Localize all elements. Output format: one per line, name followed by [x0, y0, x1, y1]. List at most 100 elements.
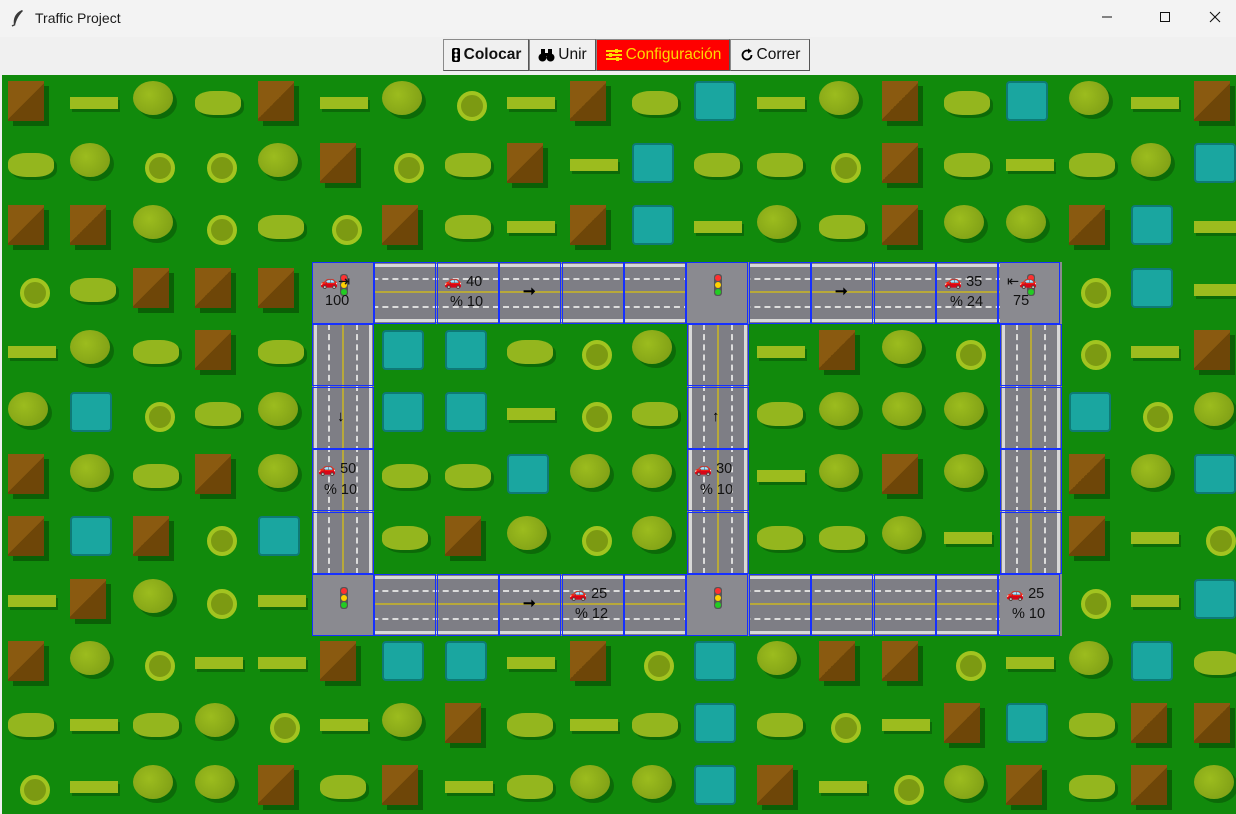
grid-cell[interactable]: [1000, 511, 1062, 574]
hedge-icon: [1131, 532, 1180, 545]
round-icon: [1080, 588, 1111, 619]
hedge-icon: [694, 221, 743, 234]
segment-percent-label: % 10: [450, 294, 484, 310]
grid-cell[interactable]: [687, 511, 749, 574]
tree-icon: [257, 392, 298, 426]
segment-percent-label: % 12: [575, 606, 609, 622]
grid-cell[interactable]: [374, 574, 437, 636]
tree-icon: [944, 454, 984, 489]
arrow-up-icon: ↑: [712, 408, 720, 425]
bush-icon: [257, 339, 304, 364]
grid-cell[interactable]: [811, 574, 874, 636]
traffic-light-icon[interactable]: [714, 274, 722, 296]
tree-icon: [382, 703, 423, 737]
bush-icon: [444, 215, 491, 240]
tree-icon: [132, 81, 173, 115]
traffic-light-icon[interactable]: [714, 587, 722, 609]
bush-icon: [632, 713, 678, 737]
building-icon: [569, 640, 606, 681]
maximize-button[interactable]: [1136, 0, 1194, 37]
grid-cell[interactable]: [998, 574, 1061, 636]
minimize-button[interactable]: [1078, 0, 1136, 37]
exit-count: 75: [1013, 293, 1030, 309]
grid-cell[interactable]: [624, 574, 686, 636]
binoculars-icon: [538, 48, 555, 62]
hedge-icon: [444, 781, 493, 794]
grid-cell[interactable]: [436, 262, 499, 324]
grid-cell[interactable]: [561, 574, 624, 636]
grid-cell[interactable]: [312, 449, 374, 512]
round-icon: [207, 215, 238, 246]
correr-button[interactable]: Correr: [730, 39, 810, 71]
grid-cell[interactable]: [312, 511, 374, 574]
round-icon: [1080, 277, 1111, 308]
colocar-button[interactable]: Colocar: [443, 39, 529, 71]
round-icon: [20, 277, 50, 308]
tree-icon: [70, 329, 111, 364]
building-icon: [1068, 205, 1105, 246]
grid-cell[interactable]: [436, 574, 499, 636]
building-icon: [257, 267, 294, 308]
tree-icon: [881, 329, 922, 364]
grid-cell[interactable]: [1000, 386, 1062, 449]
bush-icon: [132, 464, 179, 489]
configuracion-button[interactable]: Configuración: [596, 39, 730, 71]
grid-cell[interactable]: [561, 262, 624, 324]
close-icon: [1209, 10, 1221, 28]
grid-cell[interactable]: [936, 262, 998, 324]
tree-icon: [881, 516, 922, 551]
bush-icon: [320, 775, 366, 800]
building-icon: [569, 205, 606, 246]
traffic-light-icon[interactable]: [340, 587, 348, 609]
segment-cars-label: 🚗 50: [318, 461, 357, 477]
close-button[interactable]: [1194, 0, 1236, 37]
bush-icon: [944, 91, 990, 115]
correr-label: Correr: [756, 46, 801, 63]
hedge-icon: [1006, 159, 1055, 172]
tree-icon: [632, 454, 672, 489]
tree-icon: [569, 454, 610, 489]
pool-icon: [1193, 454, 1236, 495]
bush-icon: [507, 713, 554, 737]
grid-cell[interactable]: [873, 574, 936, 636]
pool-icon: [1193, 578, 1236, 619]
pool-icon: [694, 640, 737, 681]
pool-icon: [1006, 81, 1049, 121]
pool-icon: [1068, 392, 1111, 432]
grid-cell[interactable]: [312, 324, 374, 387]
unir-button[interactable]: Unir: [529, 39, 596, 71]
building-icon: [444, 703, 481, 743]
arrow-right-icon: ➞: [523, 283, 536, 300]
building-icon: [881, 143, 918, 184]
pool-icon: [70, 392, 113, 432]
bush-icon: [819, 526, 866, 551]
segment-percent-label: % 10: [700, 482, 734, 498]
grid-cell[interactable]: [748, 574, 811, 636]
grid-cell[interactable]: [687, 324, 749, 387]
round-icon: [394, 153, 425, 184]
tree-icon: [632, 516, 672, 551]
pool-icon: [1193, 143, 1236, 184]
bush-icon: [8, 713, 54, 737]
hedge-icon: [195, 656, 244, 669]
tree-icon: [1131, 143, 1172, 178]
grid-cell[interactable]: [624, 262, 686, 324]
hedge-icon: [756, 345, 805, 358]
map-canvas[interactable]: 🚗⇥ 100 ⇤🚗 75 🚗 40 % 10 🚗 35 % 24 🚗 50 % …: [2, 75, 1236, 814]
grid-cell[interactable]: [936, 574, 998, 636]
tree-icon: [881, 392, 922, 426]
building-icon: [195, 267, 232, 308]
grid-cell[interactable]: [748, 262, 811, 324]
grid-cell[interactable]: [1000, 324, 1062, 387]
sliders-icon: [605, 48, 623, 62]
hedge-icon: [569, 159, 618, 172]
building-icon: [257, 81, 294, 121]
grid-cell[interactable]: [873, 262, 936, 324]
building-icon: [569, 81, 606, 121]
grid-cell[interactable]: [374, 262, 437, 324]
grid-cell[interactable]: [1000, 449, 1062, 512]
round-icon: [144, 402, 175, 432]
tree-icon: [132, 205, 173, 240]
round-icon: [20, 775, 50, 806]
grid-cell[interactable]: [687, 449, 749, 512]
